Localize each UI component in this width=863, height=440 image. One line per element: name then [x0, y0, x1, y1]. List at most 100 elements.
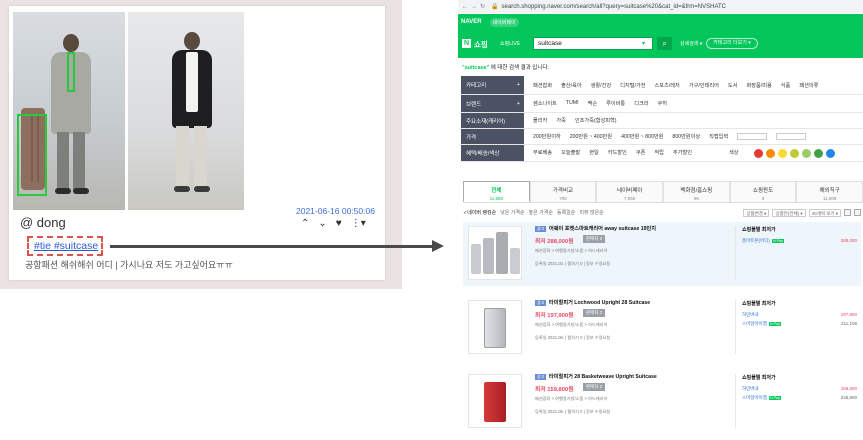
- filter-item[interactable]: 카드할인: [608, 149, 627, 158]
- tab-naver-pay[interactable]: 네이버페이 7,550: [596, 181, 664, 202]
- color-swatch[interactable]: [753, 148, 763, 158]
- more-icon[interactable]: ⋮▾: [351, 218, 366, 229]
- naver-pay-link[interactable]: 네이버페이: [489, 17, 519, 27]
- mall-row[interactable]: 스마일아이맵 N Pay 211,108: [742, 321, 857, 327]
- product-price[interactable]: 최저 197,900원: [535, 310, 574, 319]
- filter-item[interactable]: 생활/건강: [591, 82, 612, 89]
- tab-price-compare[interactable]: 가격비교 700: [529, 181, 597, 202]
- sort-option[interactable]: 리뷰 많은순: [579, 209, 603, 216]
- seller-compare-button[interactable]: 판매처 2: [583, 383, 606, 391]
- post-hashtags[interactable]: #tie #suitcase: [34, 240, 98, 252]
- sort-option[interactable]: 낮은 가격순: [500, 209, 524, 216]
- filter-item[interactable]: 루이비통: [606, 100, 625, 107]
- tab-shopping-window[interactable]: 쇼핑윈도 3: [729, 181, 797, 202]
- filter-item[interactable]: 쿠폰: [636, 149, 646, 158]
- product-price[interactable]: 최저 288,000원: [535, 236, 574, 245]
- mall-row[interactable]: 하민버내 197,900: [742, 312, 857, 318]
- filter-item[interactable]: 맥슨: [588, 100, 598, 107]
- list-view-icon[interactable]: [844, 209, 851, 216]
- filter-item[interactable]: 쿠히: [658, 100, 668, 107]
- mall-lowest-price: 쇼핑몰별 최저가 홈마트본(어디) N Pay 288,000: [735, 226, 857, 280]
- tab-all[interactable]: 전체 11,850: [463, 181, 530, 202]
- filter-item[interactable]: 패션의류: [799, 82, 818, 89]
- filter-item[interactable]: 폴리카: [533, 117, 547, 124]
- url-text[interactable]: search.shopping.naver.com/search/all?que…: [502, 4, 727, 10]
- product-title[interactable]: 어웨이 포켓스마트캐리어 away suitcase 19인치: [549, 225, 656, 232]
- filter-item[interactable]: 패션잡화: [533, 82, 552, 89]
- filter-item[interactable]: 도서: [728, 82, 738, 89]
- filter-item[interactable]: 400만원 ~ 800만원: [621, 133, 663, 140]
- mall-row[interactable]: 하민버내 159,800: [742, 386, 857, 392]
- post-photo-2[interactable]: [128, 12, 244, 210]
- mall-row[interactable]: 스마일아이맵 N Pay 226,800: [742, 395, 857, 401]
- sort-option[interactable]: ✓네이버 랭킹순: [463, 209, 496, 216]
- filter-item[interactable]: 200만원이하: [533, 133, 561, 140]
- color-swatch[interactable]: [765, 148, 775, 158]
- filter-item[interactable]: 무료배송: [533, 149, 552, 158]
- product-title[interactable]: 타미힐피거 28 Basketweave Upright Suitcase: [549, 373, 657, 380]
- filter-item[interactable]: 식품: [781, 82, 791, 89]
- shopping-live-link[interactable]: 쇼핑LIVE: [500, 40, 520, 47]
- tab-department-store[interactable]: 백화점/홈쇼핑 96: [663, 181, 730, 202]
- n-logo-icon[interactable]: N: [462, 39, 471, 48]
- price-min-input[interactable]: [737, 133, 768, 140]
- color-swatch[interactable]: [789, 148, 799, 158]
- color-swatch[interactable]: [801, 148, 811, 158]
- filter-item[interactable]: 스포츠/레저: [655, 82, 680, 89]
- product-item[interactable]: 광고 어웨이 포켓스마트캐리어 away suitcase 19인치 최저 28…: [463, 222, 861, 286]
- filter-item[interactable]: TUMI: [566, 100, 579, 107]
- product-thumbnail[interactable]: [468, 374, 522, 428]
- product-thumbnail[interactable]: [468, 226, 522, 280]
- filter-item[interactable]: 200만원 ~ 400만원: [570, 133, 612, 140]
- filter-item[interactable]: 직접입력: [709, 133, 728, 140]
- detail-search-button[interactable]: 상세검색 ▾: [680, 40, 702, 47]
- back-forward-icon[interactable]: ←→↻: [462, 3, 488, 10]
- category-more-button[interactable]: 카테고리 더보기 ▾: [706, 38, 758, 49]
- shopping-title[interactable]: 쇼핑: [474, 39, 488, 50]
- filter-item[interactable]: 현일: [589, 149, 599, 158]
- tab-overseas[interactable]: 해외직구 11,609: [796, 181, 863, 202]
- seller-compare-button[interactable]: 판매처 2: [583, 309, 606, 317]
- filter-item[interactable]: 디지털/가전: [620, 82, 645, 89]
- search-dropdown-icon[interactable]: ▾: [642, 40, 645, 47]
- product-item[interactable]: 광고 타미힐피거 28 Basketweave Upright Suitcase…: [463, 370, 861, 434]
- post-username[interactable]: @ dong: [20, 215, 66, 230]
- chevron-down-icon[interactable]: ⌄: [318, 218, 326, 229]
- filter-item[interactable]: 추가할인: [673, 149, 692, 158]
- browser-window: ←→↻ 🔒 search.shopping.naver.com/search/a…: [458, 0, 863, 440]
- filter-item[interactable]: 가죽: [556, 117, 566, 124]
- filter-item[interactable]: 가구/인테리어: [689, 82, 719, 89]
- product-title[interactable]: 타미힐피거 Lochwood Upright 28 Suitcase: [549, 299, 650, 306]
- product-filter-select[interactable]: 상품만(전체) ▾: [772, 208, 806, 217]
- naver-logo[interactable]: NAVER: [461, 19, 482, 25]
- color-swatch[interactable]: [777, 148, 787, 158]
- filter-item[interactable]: 오늘출발: [561, 149, 580, 158]
- filter-item[interactable]: 800만원이상: [672, 133, 700, 140]
- product-thumbnail[interactable]: [468, 300, 522, 354]
- product-type-select[interactable]: 상품변경 ▾: [743, 208, 770, 217]
- chevron-up-icon[interactable]: ⌃: [301, 218, 309, 229]
- filter-item[interactable]: 화장품/미용: [746, 82, 771, 89]
- heart-icon[interactable]: ♥: [336, 218, 342, 229]
- sort-bar: ✓네이버 랭킹순 낮은 가격순 높은 가격순 등록일순 리뷰 많은순 상품변경 …: [463, 207, 861, 218]
- price-max-input[interactable]: [776, 133, 807, 140]
- search-button[interactable]: ⌕: [657, 37, 672, 50]
- mall-row[interactable]: 홈마트본(어디) N Pay 288,000: [742, 238, 857, 244]
- address-bar[interactable]: ←→↻ 🔒 search.shopping.naver.com/search/a…: [458, 0, 863, 13]
- color-swatch[interactable]: [825, 148, 835, 158]
- seller-compare-button[interactable]: 판매처 2: [583, 235, 606, 243]
- filter-item[interactable]: 출산/육아: [561, 82, 582, 89]
- search-input[interactable]: suitcase: [533, 37, 653, 50]
- sort-option[interactable]: 높은 가격순: [529, 209, 553, 216]
- grid-view-icon[interactable]: [854, 209, 861, 216]
- filter-item[interactable]: 인조가죽(합성피혁): [575, 117, 617, 124]
- color-swatch[interactable]: [813, 148, 823, 158]
- filter-item[interactable]: 디크라: [634, 100, 648, 107]
- post-photo-1[interactable]: [13, 12, 125, 210]
- filter-item[interactable]: 적립: [654, 149, 664, 158]
- sort-option[interactable]: 등록일순: [557, 209, 575, 216]
- product-item[interactable]: 광고 타미힐피거 Lochwood Upright 28 Suitcase 최저…: [463, 296, 861, 360]
- filter-item[interactable]: 샘소나이트: [533, 100, 557, 107]
- product-price[interactable]: 최저 159,800원: [535, 384, 574, 393]
- page-size-select[interactable]: 40개씩 보기 ▾: [808, 208, 841, 217]
